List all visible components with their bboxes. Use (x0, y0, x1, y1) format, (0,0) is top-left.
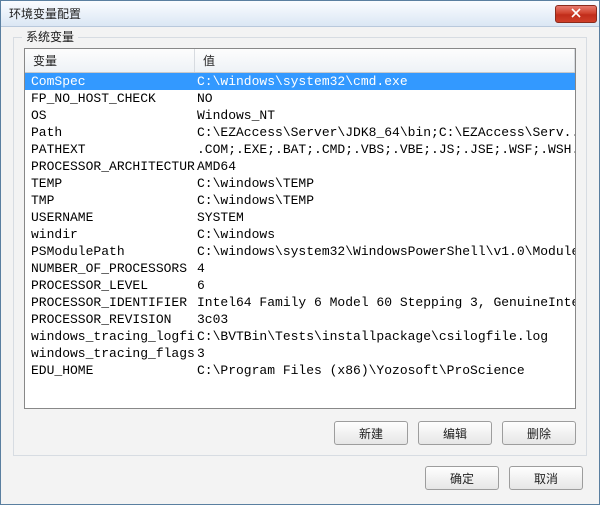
table-row[interactable]: windows_tracing_flags3 (25, 345, 575, 362)
cell-variable-name: windows_tracing_flags (25, 345, 195, 362)
cell-variable-value: 6 (195, 277, 575, 294)
table-row[interactable]: NUMBER_OF_PROCESSORS4 (25, 260, 575, 277)
table-row[interactable]: TEMPC:\windows\TEMP (25, 175, 575, 192)
cell-variable-value: SYSTEM (195, 209, 575, 226)
new-button[interactable]: 新建 (334, 421, 408, 445)
list-header[interactable]: 变量 值 (25, 49, 575, 73)
client-area: 系统变量 变量 值 ComSpecC:\windows\system32\cmd… (1, 27, 599, 504)
table-row[interactable]: PathC:\EZAccess\Server\JDK8_64\bin;C:\EZ… (25, 124, 575, 141)
cell-variable-value: C:\Program Files (x86)\Yozosoft\ProScien… (195, 362, 575, 379)
titlebar[interactable]: 环境变量配置 (1, 1, 599, 27)
table-row[interactable]: PROCESSOR_IDENTIFIERIntel64 Family 6 Mod… (25, 294, 575, 311)
cell-variable-name: Path (25, 124, 195, 141)
cell-variable-value: .COM;.EXE;.BAT;.CMD;.VBS;.VBE;.JS;.JSE;.… (195, 141, 575, 158)
cell-variable-name: EDU_HOME (25, 362, 195, 379)
cell-variable-name: PATHEXT (25, 141, 195, 158)
group-buttons: 新建 编辑 删除 (24, 409, 576, 445)
system-variables-group: 系统变量 变量 值 ComSpecC:\windows\system32\cmd… (13, 37, 587, 456)
cell-variable-value: C:\windows\system32\cmd.exe (195, 73, 575, 90)
close-icon (571, 7, 581, 21)
column-header-name[interactable]: 变量 (25, 49, 195, 72)
list-body: ComSpecC:\windows\system32\cmd.exeFP_NO_… (25, 73, 575, 379)
cell-variable-value: C:\BVTBin\Tests\installpackage\csilogfil… (195, 328, 575, 345)
table-row[interactable]: OSWindows_NT (25, 107, 575, 124)
window-title: 环境变量配置 (9, 5, 555, 22)
cell-variable-name: PROCESSOR_REVISION (25, 311, 195, 328)
cell-variable-value: C:\EZAccess\Server\JDK8_64\bin;C:\EZAcce… (195, 124, 575, 141)
variables-listview[interactable]: 变量 值 ComSpecC:\windows\system32\cmd.exeF… (24, 48, 576, 409)
cell-variable-name: TEMP (25, 175, 195, 192)
table-row[interactable]: FP_NO_HOST_CHECKNO (25, 90, 575, 107)
cell-variable-value: C:\windows (195, 226, 575, 243)
cell-variable-name: FP_NO_HOST_CHECK (25, 90, 195, 107)
cell-variable-name: NUMBER_OF_PROCESSORS (25, 260, 195, 277)
delete-button[interactable]: 删除 (502, 421, 576, 445)
table-row[interactable]: EDU_HOMEC:\Program Files (x86)\Yozosoft\… (25, 362, 575, 379)
cell-variable-value: 3c03 (195, 311, 575, 328)
cell-variable-value: 3 (195, 345, 575, 362)
table-row[interactable]: PROCESSOR_ARCHITECTUREAMD64 (25, 158, 575, 175)
table-row[interactable]: PSModulePathC:\windows\system32\WindowsP… (25, 243, 575, 260)
group-label: 系统变量 (22, 28, 78, 45)
column-header-value[interactable]: 值 (195, 49, 575, 72)
cell-variable-value: 4 (195, 260, 575, 277)
cell-variable-name: OS (25, 107, 195, 124)
cancel-button[interactable]: 取消 (509, 466, 583, 490)
ok-button[interactable]: 确定 (425, 466, 499, 490)
dialog-window: 环境变量配置 系统变量 变量 值 ComSpecC:\windows\syste… (0, 0, 600, 505)
cell-variable-value: Intel64 Family 6 Model 60 Stepping 3, Ge… (195, 294, 575, 311)
cell-variable-name: PROCESSOR_ARCHITECTURE (25, 158, 195, 175)
table-row[interactable]: PATHEXT.COM;.EXE;.BAT;.CMD;.VBS;.VBE;.JS… (25, 141, 575, 158)
cell-variable-value: C:\windows\TEMP (195, 192, 575, 209)
cell-variable-name: TMP (25, 192, 195, 209)
edit-button[interactable]: 编辑 (418, 421, 492, 445)
cell-variable-value: AMD64 (195, 158, 575, 175)
table-row[interactable]: PROCESSOR_REVISION3c03 (25, 311, 575, 328)
cell-variable-name: PROCESSOR_LEVEL (25, 277, 195, 294)
cell-variable-value: NO (195, 90, 575, 107)
table-row[interactable]: windows_tracing_logfileC:\BVTBin\Tests\i… (25, 328, 575, 345)
table-row[interactable]: ComSpecC:\windows\system32\cmd.exe (25, 73, 575, 90)
cell-variable-name: PROCESSOR_IDENTIFIER (25, 294, 195, 311)
close-button[interactable] (555, 5, 597, 23)
table-row[interactable]: PROCESSOR_LEVEL6 (25, 277, 575, 294)
cell-variable-value: Windows_NT (195, 107, 575, 124)
cell-variable-name: windows_tracing_logfile (25, 328, 195, 345)
cell-variable-name: ComSpec (25, 73, 195, 90)
table-row[interactable]: USERNAMESYSTEM (25, 209, 575, 226)
cell-variable-name: windir (25, 226, 195, 243)
table-row[interactable]: windirC:\windows (25, 226, 575, 243)
dialog-buttons: 确定 取消 (13, 456, 587, 494)
table-row[interactable]: TMPC:\windows\TEMP (25, 192, 575, 209)
cell-variable-value: C:\windows\system32\WindowsPowerShell\v1… (195, 243, 575, 260)
cell-variable-value: C:\windows\TEMP (195, 175, 575, 192)
cell-variable-name: PSModulePath (25, 243, 195, 260)
cell-variable-name: USERNAME (25, 209, 195, 226)
